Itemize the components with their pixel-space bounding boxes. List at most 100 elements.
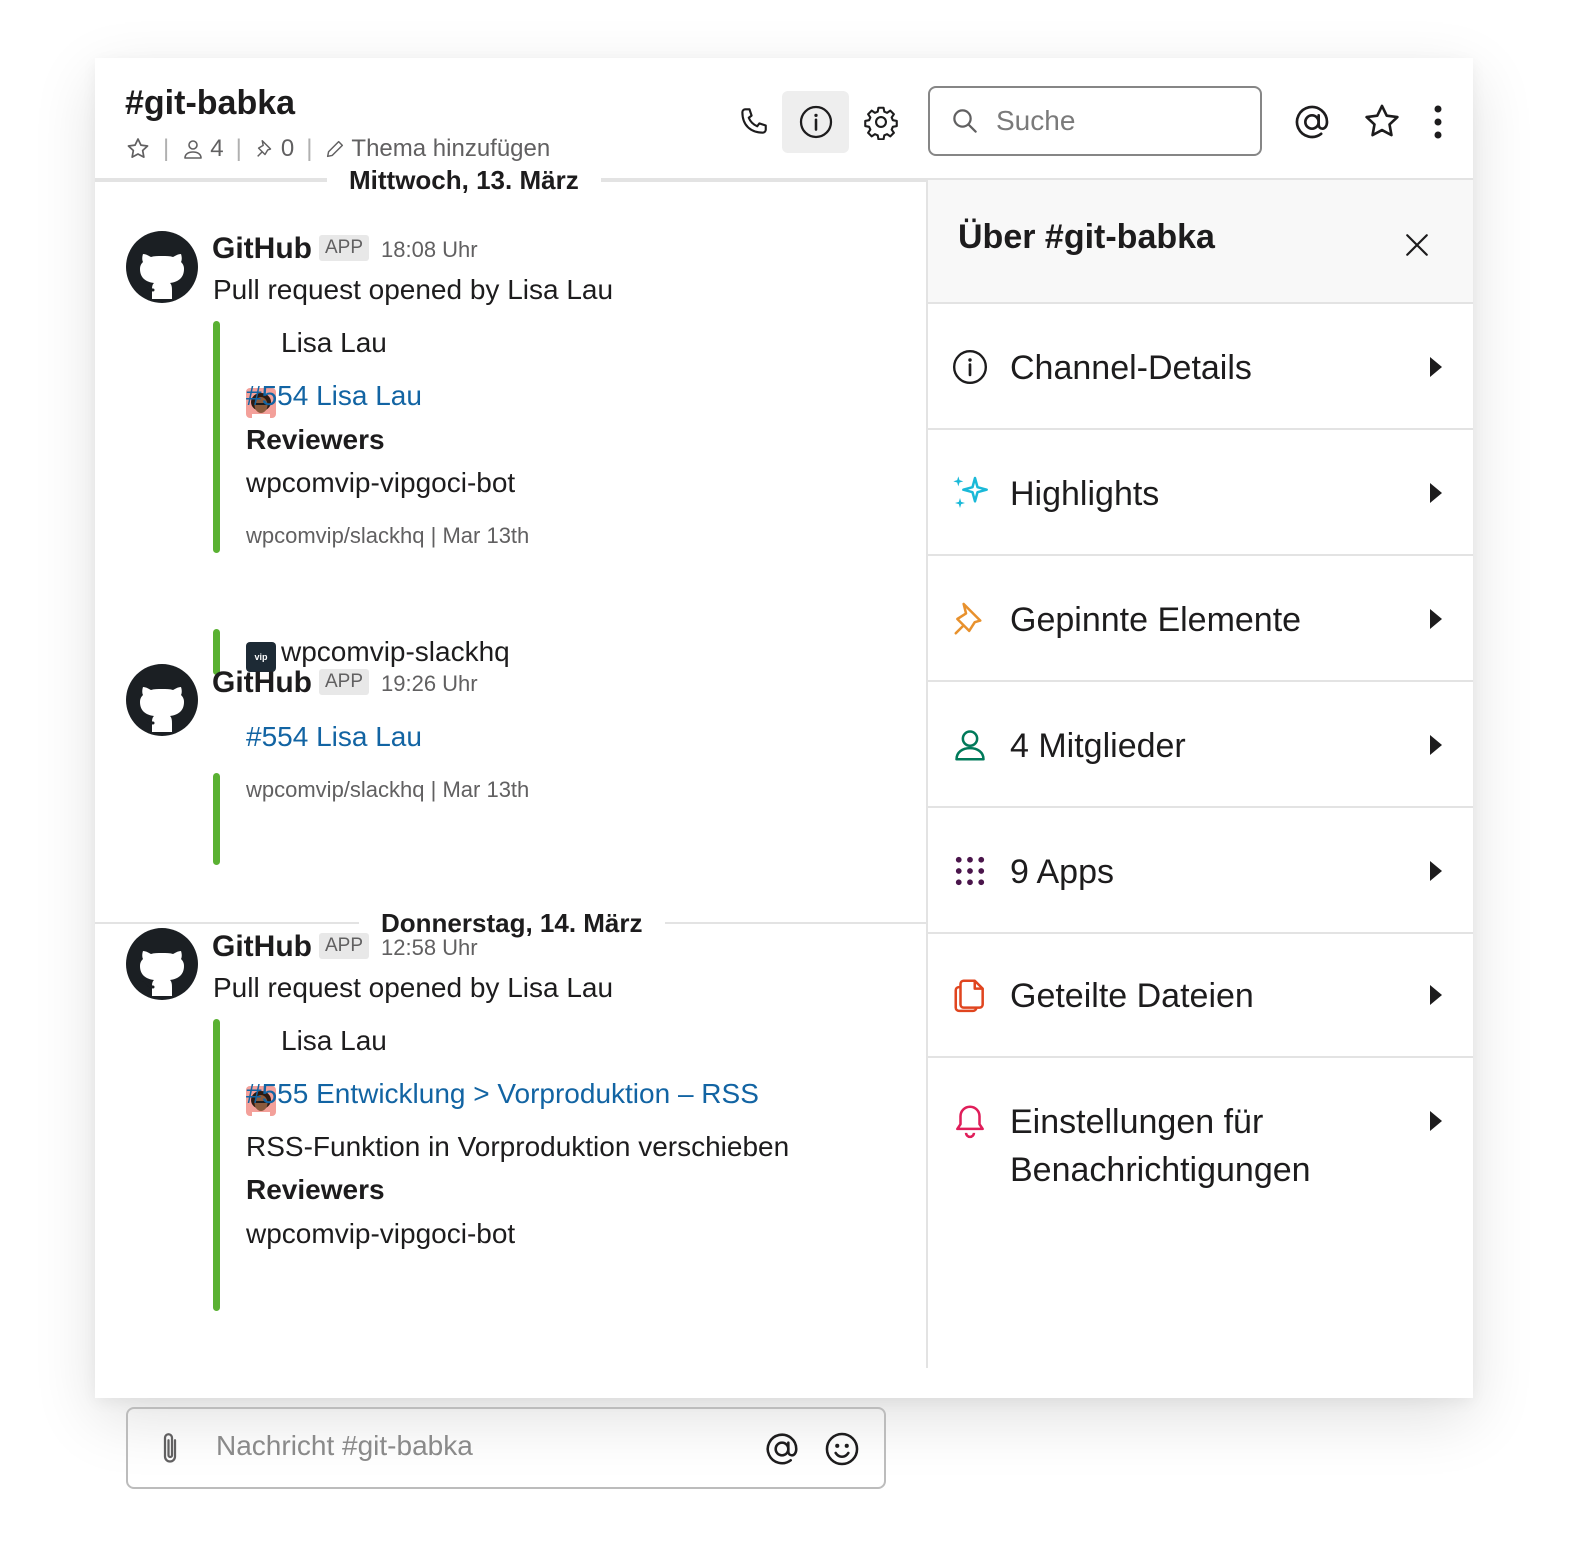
reviewer-name: wpcomvip-vipgoci-bot [246, 1218, 516, 1249]
close-icon [1406, 234, 1428, 256]
pins-count[interactable]: 0 [254, 135, 294, 163]
message-timestamp[interactable]: 18:08 Uhr [381, 237, 478, 263]
panel-item-notifications[interactable]: Einstellungen für Benachrichtigungen [928, 1058, 1473, 1228]
members-count-value: 4 [210, 135, 224, 162]
chevron-right-icon [1430, 1111, 1442, 1131]
message-input[interactable] [214, 1429, 738, 1463]
channel-header: #git-babka | 4 | 0 | Thema hinzufügen [95, 58, 1473, 180]
chevron-right-icon [1430, 609, 1442, 629]
pins-count-value: 0 [280, 135, 295, 162]
message-author[interactable]: GitHub [212, 930, 312, 964]
sparkles-icon [950, 473, 990, 513]
star-channel-icon[interactable] [125, 136, 151, 162]
info-icon [950, 347, 990, 387]
pull-request-description: RSS-Funktion in Vorproduktion verschiebe… [246, 1131, 790, 1162]
panel-item-apps[interactable]: 9 Apps [928, 808, 1473, 934]
info-icon [799, 105, 832, 139]
app-badge: APP [319, 669, 370, 695]
panel-item-highlights[interactable]: Highlights [928, 430, 1473, 556]
panel-item-channel-details[interactable]: Channel-Details [928, 304, 1473, 430]
mention-button[interactable] [760, 1427, 804, 1471]
attachment-bar [213, 321, 220, 553]
message-author[interactable]: GitHub [212, 232, 312, 266]
mentions-button[interactable] [1287, 92, 1337, 152]
channel-title: #git-babka [125, 84, 296, 122]
reviewers-label: Reviewers [246, 1174, 385, 1205]
panel-item-members[interactable]: 4 Mitglieder [928, 682, 1473, 808]
message-timestamp[interactable]: 19:26 Uhr [381, 671, 478, 697]
at-sign-icon [1295, 105, 1329, 139]
panel-item-label: 9 Apps [1010, 853, 1114, 891]
app-badge: APP [319, 235, 370, 261]
message-author[interactable]: GitHub [212, 666, 312, 700]
channel-info-button[interactable] [782, 91, 849, 153]
channel-meta: | 4 | 0 | Thema hinzufügen [125, 132, 550, 166]
search-input[interactable] [994, 104, 1238, 138]
reviewers-label: Reviewers [246, 424, 385, 455]
vertical-ellipsis-icon [1434, 105, 1442, 139]
panel-item-label: Channel-Details [1010, 349, 1252, 387]
github-avatar[interactable] [126, 664, 198, 736]
star-icon [1365, 104, 1399, 137]
gear-icon [864, 106, 898, 140]
org-logo-text: vip [254, 652, 268, 662]
person-icon [950, 725, 990, 765]
person-icon [184, 140, 203, 159]
message-list[interactable]: Mittwoch, 13. März GitHub APP 18:08 Uhr … [95, 165, 926, 1489]
panel-title: Über #git-babka [958, 218, 1215, 256]
app-badge: APP [319, 933, 370, 959]
pull-request-link[interactable]: #555 Entwicklung > Vorproduktion – RSS [246, 1078, 759, 1110]
message-text: Pull request opened by Lisa Lau [213, 274, 614, 305]
bell-icon [950, 1101, 990, 1141]
panel-item-label: Geteilte Dateien [1010, 977, 1254, 1015]
pull-request-link[interactable]: #554 Lisa Lau [246, 721, 422, 753]
close-panel-button[interactable] [1398, 226, 1436, 264]
org-name[interactable]: wpcomvip-slackhq [281, 636, 510, 668]
more-options-button[interactable] [1421, 92, 1455, 152]
search-box[interactable] [928, 86, 1262, 156]
attachment-bar [213, 1019, 220, 1311]
members-count[interactable]: 4 [181, 135, 224, 163]
channel-details-panel: Über #git-babka Channel-Details Highligh… [926, 180, 1473, 1368]
panel-header: Über #git-babka [928, 180, 1473, 304]
panel-item-label: Einstellungen für Benachrichtigungen [1010, 1103, 1311, 1189]
emoji-button[interactable] [820, 1427, 864, 1471]
at-sign-icon [766, 1433, 798, 1465]
message-text: Pull request opened by Lisa Lau [213, 972, 614, 1003]
message-timestamp[interactable]: 12:58 Uhr [381, 935, 478, 961]
apps-grid-icon [950, 851, 990, 891]
attach-button[interactable] [150, 1427, 190, 1471]
slack-window: #git-babka | 4 | 0 | Thema hinzufügen Su… [95, 58, 1473, 1489]
call-button[interactable] [729, 92, 777, 152]
attachment-author[interactable]: Lisa Lau [281, 1025, 387, 1057]
chevron-right-icon [1430, 357, 1442, 377]
starred-items-button[interactable] [1357, 92, 1407, 152]
add-topic-label: Thema hinzufügen [351, 135, 551, 162]
attachment-footer: wpcomvip/slackhq | Mar 13th [246, 523, 530, 548]
settings-button[interactable] [855, 92, 907, 152]
panel-item-label: Highlights [1010, 475, 1160, 513]
attachment-author[interactable]: Lisa Lau [281, 327, 387, 359]
chevron-right-icon [1430, 735, 1442, 755]
reviewer-name: wpcomvip-vipgoci-bot [246, 467, 516, 498]
attachment-bar [213, 773, 220, 865]
pull-request-link[interactable]: #554 Lisa Lau [246, 380, 422, 412]
date-divider-label: Mittwoch, 13. März [327, 165, 601, 196]
github-avatar[interactable] [126, 928, 198, 1000]
panel-item-label: 4 Mitglieder [1010, 727, 1186, 765]
search-icon [953, 109, 977, 133]
panel-item-pinned[interactable]: Gepinnte Elemente [928, 556, 1473, 682]
add-topic-button[interactable]: Thema hinzufügen [324, 135, 550, 163]
chevron-right-icon [1430, 985, 1442, 1005]
pencil-icon [327, 140, 344, 158]
pin-icon [256, 140, 272, 157]
chevron-right-icon [1430, 483, 1442, 503]
chevron-right-icon [1430, 861, 1442, 881]
pin-icon [950, 599, 990, 639]
panel-item-files[interactable]: Geteilte Dateien [928, 932, 1473, 1058]
message-composer[interactable] [126, 1407, 886, 1489]
paperclip-icon [163, 1433, 177, 1463]
attachment-footer: wpcomvip/slackhq | Mar 13th [246, 777, 530, 802]
panel-item-label: Gepinnte Elemente [1010, 601, 1302, 639]
github-avatar[interactable] [126, 231, 198, 303]
